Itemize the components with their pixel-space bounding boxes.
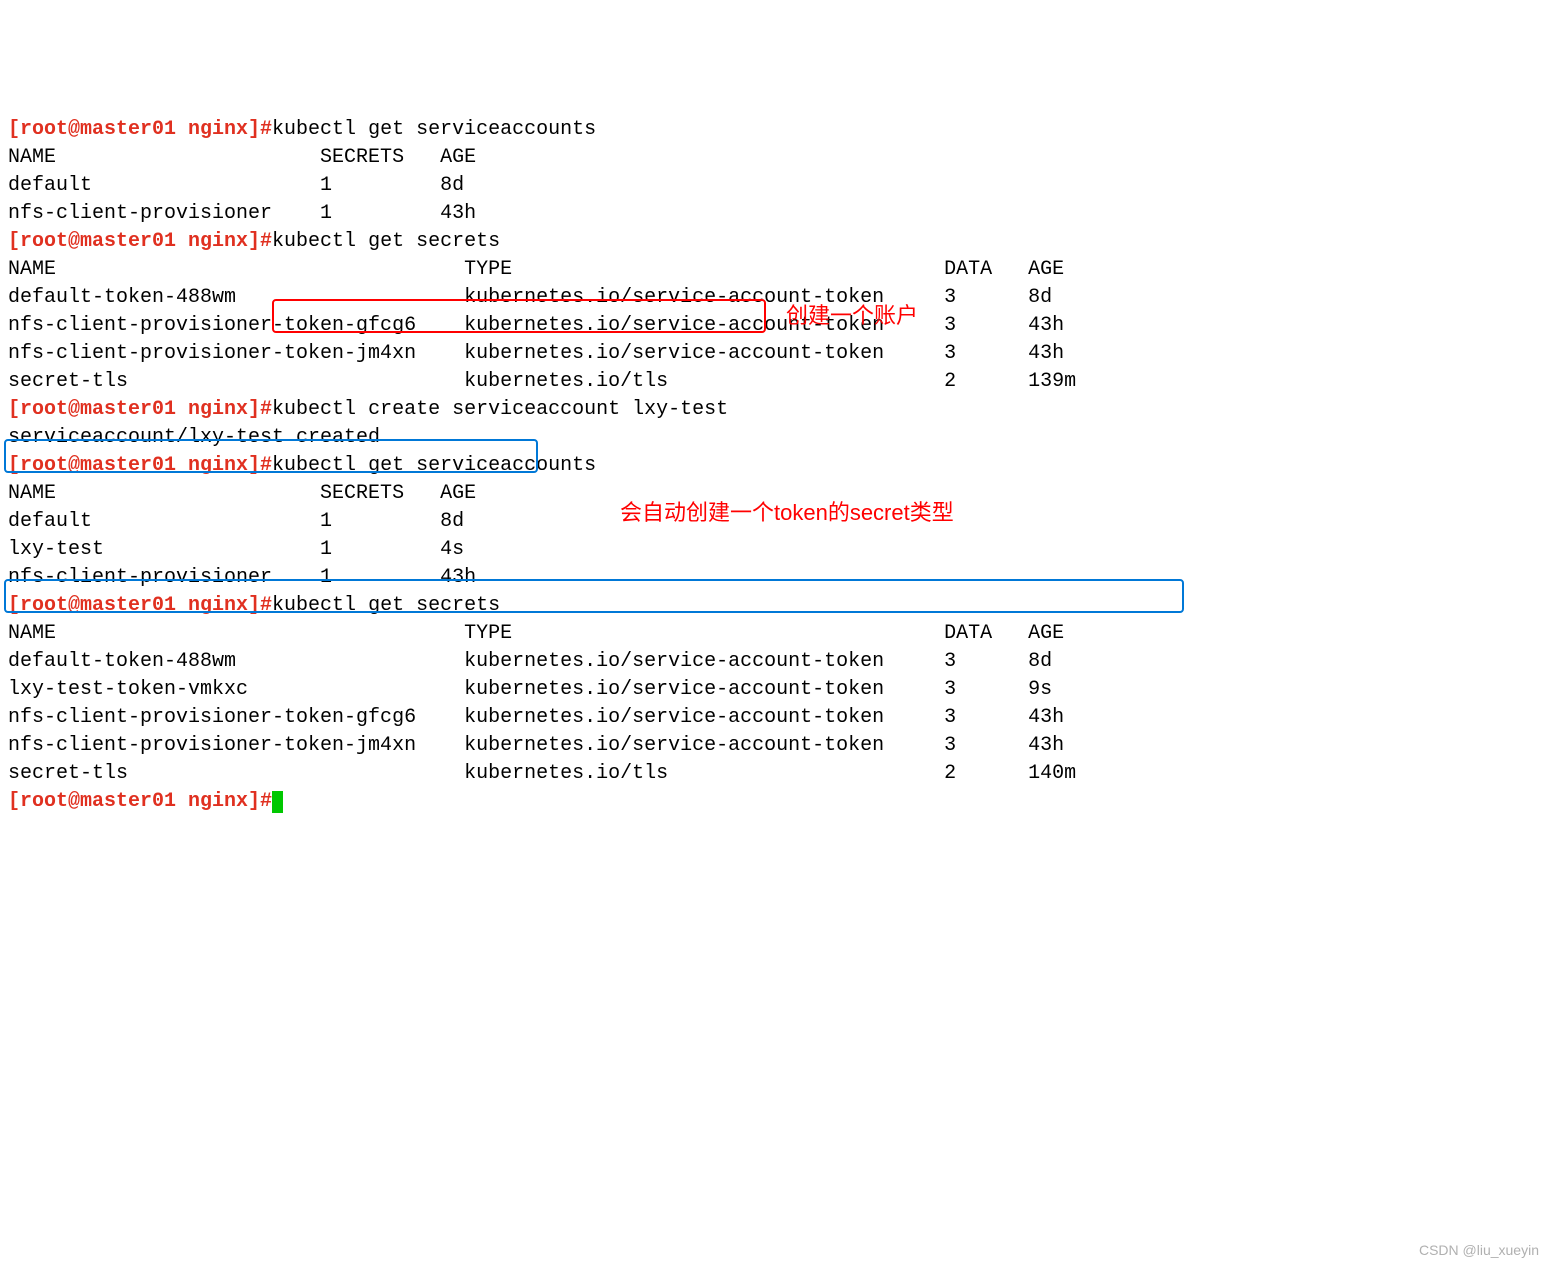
- annotation-create-account: 创建一个账户: [786, 302, 918, 330]
- shell-prompt: [root@master01 nginx]#: [8, 230, 272, 253]
- terminal-output: [root@master01 nginx]#kubectl get servic…: [8, 116, 1541, 816]
- shell-prompt: [root@master01 nginx]#: [8, 398, 272, 421]
- shell-prompt: [root@master01 nginx]#: [8, 594, 272, 617]
- shell-prompt: [root@master01 nginx]#: [8, 454, 272, 477]
- shell-prompt: [root@master01 nginx]#: [8, 790, 272, 813]
- terminal-cursor: [272, 791, 283, 813]
- watermark: CSDN @liu_xueyin: [1419, 1236, 1539, 1264]
- annotation-auto-secret: 会自动创建一个token的secret类型: [620, 499, 954, 527]
- shell-prompt: [root@master01 nginx]#: [8, 118, 272, 141]
